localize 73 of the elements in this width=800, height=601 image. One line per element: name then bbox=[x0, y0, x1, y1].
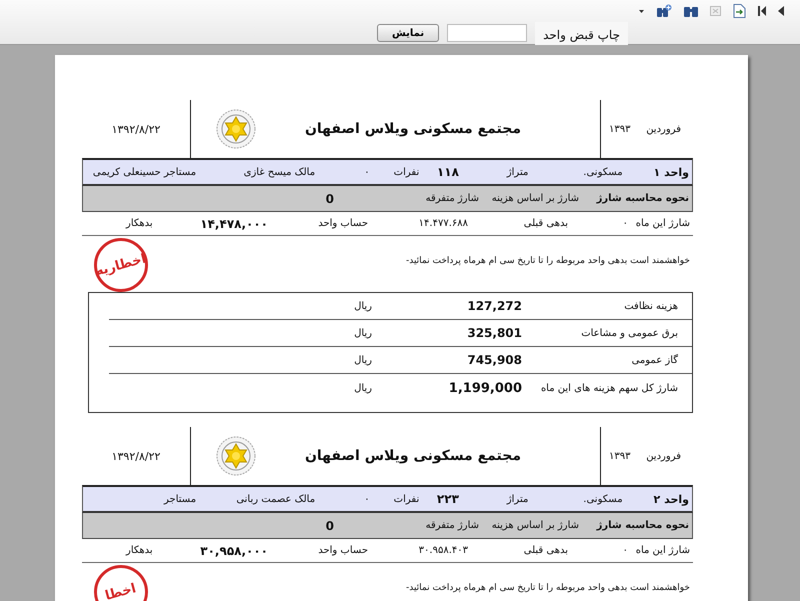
misc-charge-label: شارژ متفرقه bbox=[426, 193, 479, 204]
misc-charge-label: شارژ متفرقه bbox=[426, 520, 479, 531]
period-month: فروردین bbox=[646, 124, 681, 134]
account-label: حساب واحد bbox=[318, 218, 368, 229]
charge-label: شارژ این ماه bbox=[636, 218, 690, 229]
previous-page-icon[interactable] bbox=[778, 6, 784, 16]
notice-text: خواهشمند است بدهی واحد مربوطه را تا تاریخ سی ام هرماه پرداخت نمائید- bbox=[406, 582, 691, 593]
currency-label: ریال bbox=[353, 328, 372, 338]
cost-label: هزینه نظافت bbox=[623, 300, 679, 312]
logo-icon bbox=[216, 109, 256, 149]
cost-amount: 325,801 bbox=[466, 326, 522, 340]
misc-charge-value: 0 bbox=[326, 192, 334, 206]
period-month: فروردین bbox=[646, 450, 681, 462]
tenant-name: مستاجر حسینعلی کریمی bbox=[92, 166, 196, 178]
account-status: بدهکار bbox=[126, 545, 153, 556]
account-label: حساب واحد bbox=[318, 545, 368, 556]
calc-method-label: نحوه محاسبه شارژ bbox=[596, 193, 689, 204]
unit-input-field[interactable] bbox=[447, 24, 528, 42]
unit-number: واحد ۱ bbox=[654, 166, 689, 178]
people-value: ۰ bbox=[364, 494, 370, 504]
previous-debt-label: بدهی قبلی bbox=[524, 545, 568, 556]
charge-value: ۰ bbox=[622, 545, 628, 556]
account-balance: ۳۰,۹۵۸,۰۰۰ bbox=[200, 544, 268, 558]
export-document-icon[interactable] bbox=[733, 4, 746, 18]
people-label: نفرات bbox=[394, 166, 420, 178]
currency-label: ریال bbox=[353, 382, 372, 394]
area-value: ۱۱۸ bbox=[436, 165, 459, 179]
unit-number: واحد ۲ bbox=[654, 492, 689, 506]
previous-debt-value: ۱۴.۴۷۷.۶۸۸ bbox=[418, 218, 468, 229]
area-label: متراژ bbox=[506, 166, 528, 178]
area-value: ۲۲۳ bbox=[436, 492, 459, 506]
total-amount: 1,199,000 bbox=[448, 380, 522, 396]
calc-method-value: شارژ بر اساس هزینه bbox=[492, 520, 579, 531]
tenant-name: مستاجر bbox=[164, 494, 196, 504]
calc-method-label: نحوه محاسبه شارژ bbox=[596, 520, 689, 531]
cost-label: گاز عمومی bbox=[630, 354, 679, 366]
area-label: متراژ bbox=[506, 494, 528, 504]
period-year: ۱۳۹۳ bbox=[609, 124, 630, 134]
complex-title: مجتمع مسکونی ویلاس اصفهان bbox=[304, 448, 522, 464]
first-page-icon[interactable] bbox=[758, 6, 766, 16]
total-label: شارژ کل سهم هزینه های این ماه bbox=[540, 382, 679, 394]
notice-text: خواهشمند است بدهی واحد مربوطه را تا تاریخ سی ام هرماه پرداخت نمائید- bbox=[406, 255, 691, 266]
binoculars-plus-icon[interactable] bbox=[656, 4, 672, 18]
account-status: بدهکار bbox=[126, 218, 153, 229]
cost-label: برق عمومی و مشاعات bbox=[580, 328, 679, 338]
warning-stamp: اخطا bbox=[94, 565, 148, 601]
show-button[interactable]: نمایش bbox=[377, 24, 440, 42]
report-date: ۱۳۹۲/۸/۲۲ bbox=[112, 122, 160, 136]
unit-type: مسکونی. bbox=[583, 494, 623, 504]
warning-stamp: اخطاریه bbox=[94, 238, 148, 292]
dropdown-caret-icon[interactable] bbox=[639, 10, 644, 12]
currency-label: ریال bbox=[353, 354, 372, 366]
people-value: ۰ bbox=[364, 166, 370, 178]
binoculars-icon[interactable] bbox=[684, 5, 698, 17]
charge-label: شارژ این ماه bbox=[636, 545, 690, 556]
logo-icon bbox=[216, 436, 256, 476]
period-year: ۱۳۹۳ bbox=[609, 450, 630, 462]
charge-value: ۰ bbox=[622, 218, 628, 229]
cost-amount: 127,272 bbox=[466, 299, 522, 313]
people-label: نفرات bbox=[394, 494, 420, 504]
owner-name: مالک عصمت ربانی bbox=[236, 494, 316, 504]
parameter-label: چاپ قبض واحد bbox=[535, 22, 628, 45]
complex-title: مجتمع مسکونی ویلاس اصفهان bbox=[304, 121, 522, 137]
report-date: ۱۳۹۲/۸/۲۲ bbox=[112, 450, 160, 462]
previous-debt-label: بدهی قبلی bbox=[524, 218, 568, 229]
account-balance: ۱۴,۴۷۸,۰۰۰ bbox=[200, 216, 268, 230]
unit-type: مسکونی. bbox=[583, 166, 623, 178]
previous-debt-value: ۳۰.۹۵۸.۴۰۳ bbox=[418, 545, 468, 556]
currency-label: ریال bbox=[353, 300, 372, 312]
misc-charge-value: 0 bbox=[326, 518, 334, 532]
owner-name: مالک میسح غازی bbox=[244, 166, 316, 178]
calc-method-value: شارژ بر اساس هزینه bbox=[492, 193, 579, 204]
cost-amount: 745,908 bbox=[466, 353, 522, 367]
